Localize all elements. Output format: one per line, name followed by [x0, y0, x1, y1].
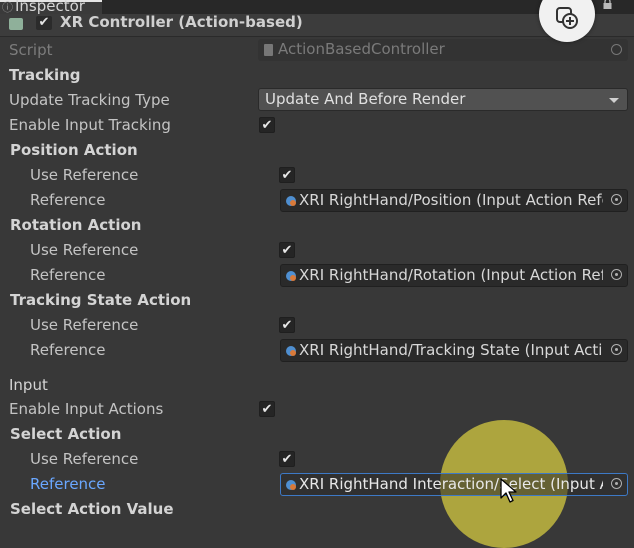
- select-action-header: Select Action: [10, 425, 122, 443]
- lock-icon[interactable]: [603, 0, 612, 9]
- rotation-action-header: Rotation Action: [10, 216, 142, 234]
- enable-input-tracking-row: Enable Input Tracking ✔: [0, 113, 634, 138]
- add-copy-icon: [556, 7, 578, 29]
- select-reference-row: Reference XRI RightHand Interaction/Sele…: [0, 472, 634, 497]
- object-picker-icon[interactable]: [611, 478, 622, 489]
- update-tracking-type-value: Update And Before Render: [265, 90, 466, 108]
- position-reference-value: XRI RightHand/Position (Input Action Ref…: [299, 191, 603, 209]
- rotation-use-reference-checkbox[interactable]: ✔: [279, 242, 295, 258]
- tracking-state-action-section: Tracking State Action: [0, 288, 634, 313]
- enable-input-actions-checkbox[interactable]: ✔: [259, 401, 275, 417]
- tracking-state-use-reference-label: Use Reference: [30, 316, 139, 334]
- enable-input-tracking-checkbox[interactable]: ✔: [259, 117, 275, 133]
- rotation-reference-field[interactable]: XRI RightHand/Rotation (Input Action Ref…: [280, 264, 628, 287]
- tracking-state-reference-value: XRI RightHand/Tracking State (Input Acti…: [299, 341, 603, 359]
- input-action-asset-icon: [286, 480, 296, 490]
- object-picker-icon[interactable]: [611, 269, 622, 280]
- script-row: Script ActionBasedController: [0, 38, 634, 63]
- tracking-state-reference-row: Reference XRI RightHand/Tracking State (…: [0, 338, 634, 363]
- tracking-state-reference-field[interactable]: XRI RightHand/Tracking State (Input Acti…: [280, 339, 628, 362]
- info-icon: ⓘ: [2, 1, 13, 14]
- script-field: ActionBasedController: [258, 39, 628, 61]
- tracking-state-use-reference-row: Use Reference ✔: [0, 313, 634, 338]
- select-reference-label: Reference: [30, 475, 106, 493]
- tab-inspector[interactable]: ⓘ Inspector: [0, 0, 102, 15]
- rotation-action-section: Rotation Action: [0, 213, 634, 238]
- rotation-reference-row: Reference XRI RightHand/Rotation (Input …: [0, 263, 634, 288]
- position-use-reference-checkbox[interactable]: ✔: [279, 167, 295, 183]
- input-action-asset-icon: [286, 196, 296, 206]
- input-action-asset-icon: [286, 271, 296, 281]
- input-action-asset-icon: [286, 346, 296, 356]
- select-reference-value: XRI RightHand Interaction/Select (Input …: [299, 475, 603, 493]
- enable-input-tracking-label: Enable Input Tracking: [9, 116, 171, 134]
- update-tracking-type-label: Update Tracking Type: [9, 91, 170, 109]
- tracking-state-use-reference-checkbox[interactable]: ✔: [279, 317, 295, 333]
- position-use-reference-row: Use Reference ✔: [0, 163, 634, 188]
- select-action-value-section: Select Action Value: [0, 497, 634, 522]
- input-section: Input: [0, 373, 634, 398]
- object-picker-icon[interactable]: [611, 344, 622, 355]
- script-label: Script: [9, 41, 53, 59]
- tracking-header: Tracking: [9, 66, 81, 84]
- script-value: ActionBasedController: [278, 40, 445, 58]
- object-picker-icon: [611, 44, 622, 55]
- mouse-cursor-icon: [500, 478, 517, 503]
- update-tracking-type-row: Update Tracking Type Update And Before R…: [0, 88, 634, 113]
- select-action-value-header: Select Action Value: [10, 500, 174, 518]
- enable-input-actions-row: Enable Input Actions ✔: [0, 397, 634, 422]
- position-reference-label: Reference: [30, 191, 106, 209]
- rotation-use-reference-row: Use Reference ✔: [0, 238, 634, 263]
- component-title: XR Controller (Action-based): [60, 13, 303, 31]
- position-action-header: Position Action: [10, 141, 138, 159]
- component-enabled-checkbox[interactable]: ✔: [36, 16, 52, 30]
- tracking-section: Tracking: [0, 63, 634, 88]
- select-use-reference-label: Use Reference: [30, 450, 139, 468]
- position-action-section: Position Action: [0, 138, 634, 163]
- script-file-icon: [264, 44, 273, 56]
- object-picker-icon[interactable]: [611, 194, 622, 205]
- input-header: Input: [9, 376, 48, 394]
- rotation-reference-label: Reference: [30, 266, 106, 284]
- enable-input-actions-label: Enable Input Actions: [9, 400, 164, 418]
- rotation-reference-value: XRI RightHand/Rotation (Input Action Ref…: [299, 266, 603, 284]
- position-reference-field[interactable]: XRI RightHand/Position (Input Action Ref…: [280, 189, 628, 212]
- component-script-icon: [9, 18, 23, 30]
- select-reference-field[interactable]: XRI RightHand Interaction/Select (Input …: [280, 473, 628, 496]
- select-use-reference-checkbox[interactable]: ✔: [279, 451, 295, 467]
- position-reference-row: Reference XRI RightHand/Position (Input …: [0, 188, 634, 213]
- tracking-state-reference-label: Reference: [30, 341, 106, 359]
- rotation-use-reference-label: Use Reference: [30, 241, 139, 259]
- position-use-reference-label: Use Reference: [30, 166, 139, 184]
- update-tracking-type-dropdown[interactable]: Update And Before Render: [258, 88, 628, 111]
- tracking-state-action-header: Tracking State Action: [10, 291, 192, 309]
- dropdown-arrow-icon: [609, 98, 619, 103]
